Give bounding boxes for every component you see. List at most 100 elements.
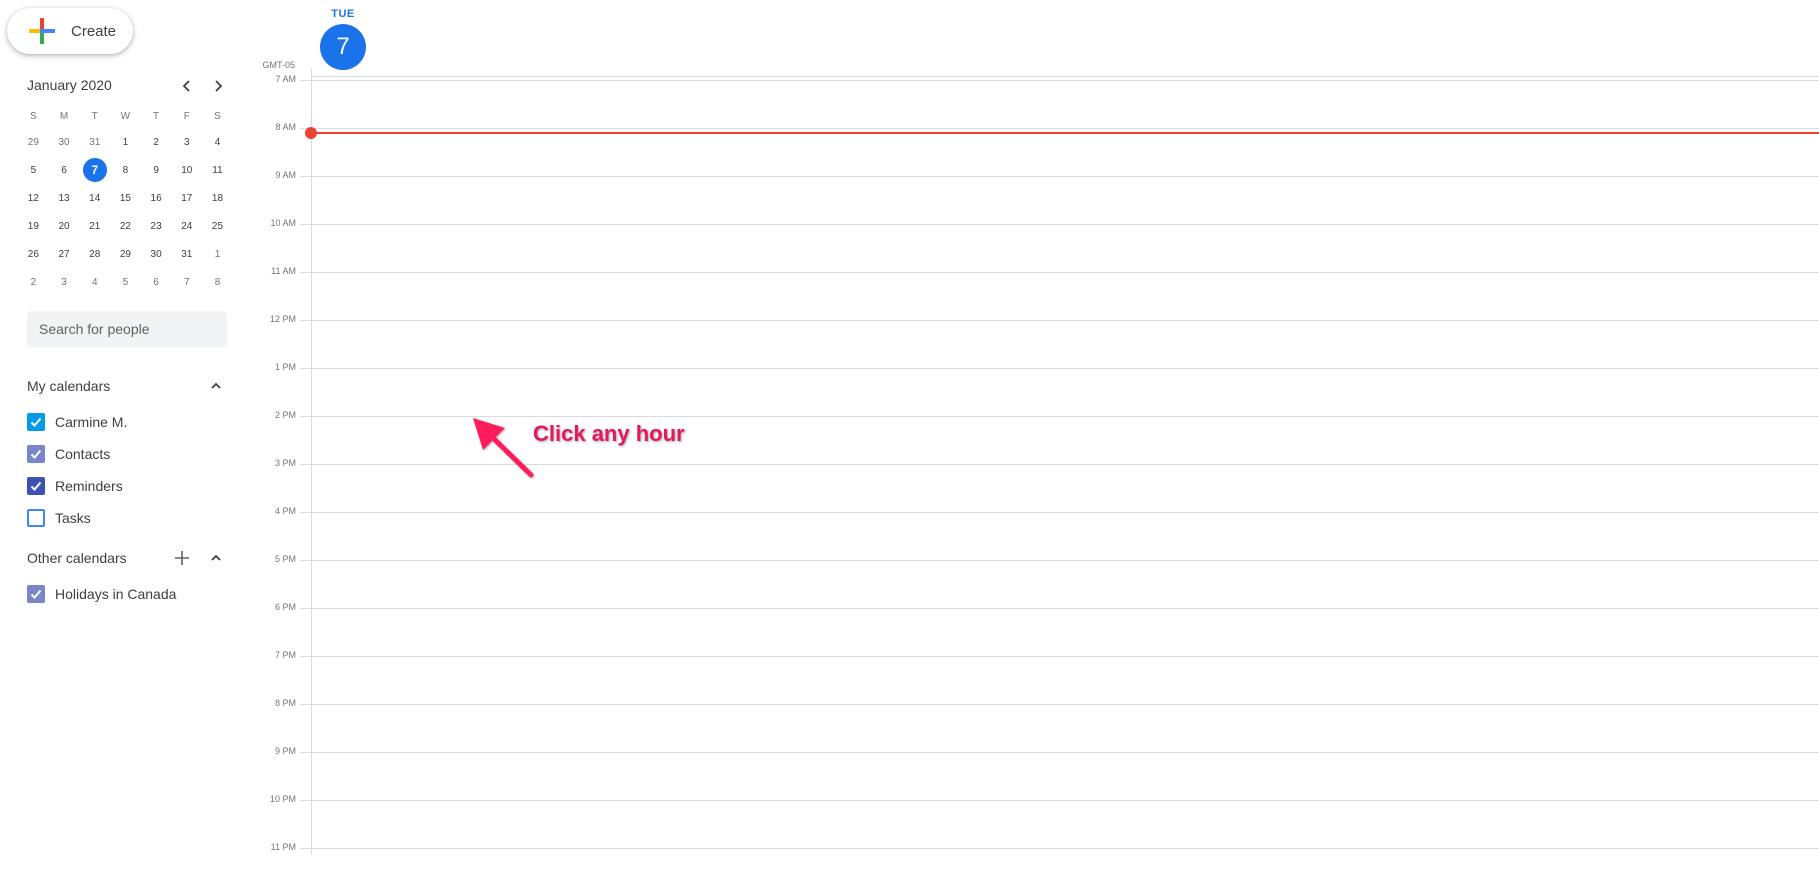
mini-calendar-day[interactable]: 14 — [83, 186, 107, 210]
other-calendars-heading: Other calendars — [27, 550, 127, 566]
mini-calendar-cell: 26 — [18, 240, 49, 268]
mini-calendar-day[interactable]: 30 — [52, 130, 76, 154]
week-row: 5 6 7 8 9 10 11 — [18, 156, 233, 184]
mini-calendar-cell: 3 — [49, 268, 80, 296]
mini-calendar-cell: 2 — [141, 128, 172, 156]
mini-calendar-day[interactable]: 5 — [21, 158, 45, 182]
mini-calendar-day[interactable]: 8 — [205, 270, 229, 294]
chevron-up-icon[interactable] — [205, 547, 227, 569]
hour-slot[interactable] — [312, 753, 1819, 800]
calendar-item[interactable]: Carmine M. — [27, 410, 127, 434]
day-number-button[interactable]: 7 — [320, 24, 366, 70]
mini-calendar-day[interactable]: 9 — [144, 158, 168, 182]
hour-slot[interactable] — [312, 513, 1819, 560]
current-time-line — [311, 131, 1819, 134]
weekday-header: T — [153, 110, 160, 122]
hour-label: 6 PM — [274, 602, 296, 612]
mini-calendar-day[interactable]: 30 — [144, 242, 168, 266]
hour-slot[interactable] — [312, 561, 1819, 608]
hour-slot[interactable] — [312, 657, 1819, 704]
mini-calendar-cell: 29 — [110, 240, 141, 268]
mini-calendar-day[interactable]: 24 — [175, 214, 199, 238]
mini-calendar-day[interactable]: 27 — [52, 242, 76, 266]
chevron-up-icon[interactable] — [205, 375, 227, 397]
mini-calendar-day[interactable]: 10 — [175, 158, 199, 182]
checkbox-checked-icon[interactable] — [27, 585, 45, 603]
mini-calendar-day[interactable]: 1 — [205, 242, 229, 266]
calendar-item[interactable]: Contacts — [27, 442, 110, 466]
mini-calendar-day[interactable]: 2 — [21, 270, 45, 294]
checkbox-checked-icon[interactable] — [27, 477, 45, 495]
mini-calendar-day[interactable]: 18 — [205, 186, 229, 210]
weekday-header: T — [91, 110, 98, 122]
mini-calendar-day[interactable]: 6 — [52, 158, 76, 182]
hour-slot[interactable] — [312, 129, 1819, 176]
mini-calendar-day[interactable]: 25 — [205, 214, 229, 238]
hour-slot[interactable] — [312, 849, 1819, 896]
hour-slot[interactable] — [312, 273, 1819, 320]
mini-calendar-day[interactable]: 28 — [83, 242, 107, 266]
calendar-item[interactable]: Reminders — [27, 474, 123, 498]
hour-label: 11 AM — [271, 266, 296, 276]
chevron-left-icon[interactable] — [175, 74, 199, 98]
hour-slot[interactable] — [312, 801, 1819, 848]
hour-slot[interactable] — [312, 321, 1819, 368]
hour-slot[interactable] — [312, 609, 1819, 656]
mini-calendar-day[interactable]: 23 — [144, 214, 168, 238]
mini-calendar-grid: S M T W T F S 29 30 31 1 2 3 4 5 6 7 8 9 10 11 12 13 14 15 16 17 18… — [18, 104, 233, 296]
create-button[interactable]: Create — [7, 8, 133, 54]
mini-calendar-day[interactable]: 4 — [205, 130, 229, 154]
mini-calendar-day[interactable]: 5 — [113, 270, 137, 294]
search-people-input[interactable] — [27, 311, 227, 347]
mini-calendar-day[interactable]: 26 — [21, 242, 45, 266]
mini-calendar-day-today[interactable]: 7 — [82, 158, 107, 182]
mini-calendar-day[interactable]: 12 — [21, 186, 45, 210]
mini-calendar-day[interactable]: 4 — [83, 270, 107, 294]
mini-calendar-day[interactable]: 3 — [52, 270, 76, 294]
hour-slot[interactable] — [312, 705, 1819, 752]
hour-label: 7 PM — [274, 650, 296, 660]
chevron-right-icon[interactable] — [206, 74, 230, 98]
weekday-header: M — [59, 110, 69, 122]
mini-calendar-day[interactable]: 16 — [144, 186, 168, 210]
mini-calendar-day[interactable]: 22 — [113, 214, 137, 238]
mini-calendar-day[interactable]: 2 — [144, 130, 168, 154]
mini-calendar-cell: 11 — [202, 156, 233, 184]
mini-calendar-day[interactable]: 8 — [113, 158, 137, 182]
checkbox-unchecked-icon[interactable] — [27, 509, 45, 527]
calendar-item[interactable]: Tasks — [27, 506, 91, 530]
checkbox-checked-icon[interactable] — [27, 445, 45, 463]
hour-slot[interactable] — [312, 369, 1819, 416]
mini-calendar-day[interactable]: 31 — [83, 130, 107, 154]
mini-calendar-cell: 15 — [110, 184, 141, 212]
mini-calendar-day[interactable]: 13 — [52, 186, 76, 210]
mini-calendar-day[interactable]: 20 — [52, 214, 76, 238]
mini-calendar-day[interactable]: 15 — [113, 186, 137, 210]
mini-calendar-cell: 13 — [49, 184, 80, 212]
hour-slot[interactable] — [312, 81, 1819, 128]
mini-calendar-day[interactable]: 3 — [175, 130, 199, 154]
hour-slot[interactable] — [312, 225, 1819, 272]
mini-calendar-cell: 30 — [49, 128, 80, 156]
mini-calendar-day[interactable]: 6 — [144, 270, 168, 294]
mini-calendar-cell: 16 — [141, 184, 172, 212]
mini-calendar-day[interactable]: 17 — [175, 186, 199, 210]
calendar-item[interactable]: Holidays in Canada — [27, 582, 176, 606]
mini-calendar-day[interactable]: 1 — [113, 130, 137, 154]
mini-calendar-day[interactable]: 29 — [21, 130, 45, 154]
mini-calendar-day[interactable]: 19 — [21, 214, 45, 238]
mini-calendar-day[interactable]: 31 — [175, 242, 199, 266]
mini-calendar-day[interactable]: 11 — [205, 158, 229, 182]
mini-calendar-day[interactable]: 21 — [83, 214, 107, 238]
hour-label: 10 PM — [269, 794, 296, 804]
mini-calendar-title: January 2020 — [27, 77, 112, 93]
mini-calendar-day[interactable]: 7 — [175, 270, 199, 294]
hour-slot[interactable] — [312, 177, 1819, 224]
mini-calendar-day[interactable]: 29 — [113, 242, 137, 266]
hour-label: 1 PM — [274, 362, 296, 372]
checkbox-checked-icon[interactable] — [27, 413, 45, 431]
calendar-item-label: Contacts — [55, 446, 111, 462]
mini-calendar-cell: 2 — [18, 268, 49, 296]
add-calendar-plus-icon[interactable] — [171, 547, 193, 569]
my-calendars-heading: My calendars — [27, 378, 111, 394]
